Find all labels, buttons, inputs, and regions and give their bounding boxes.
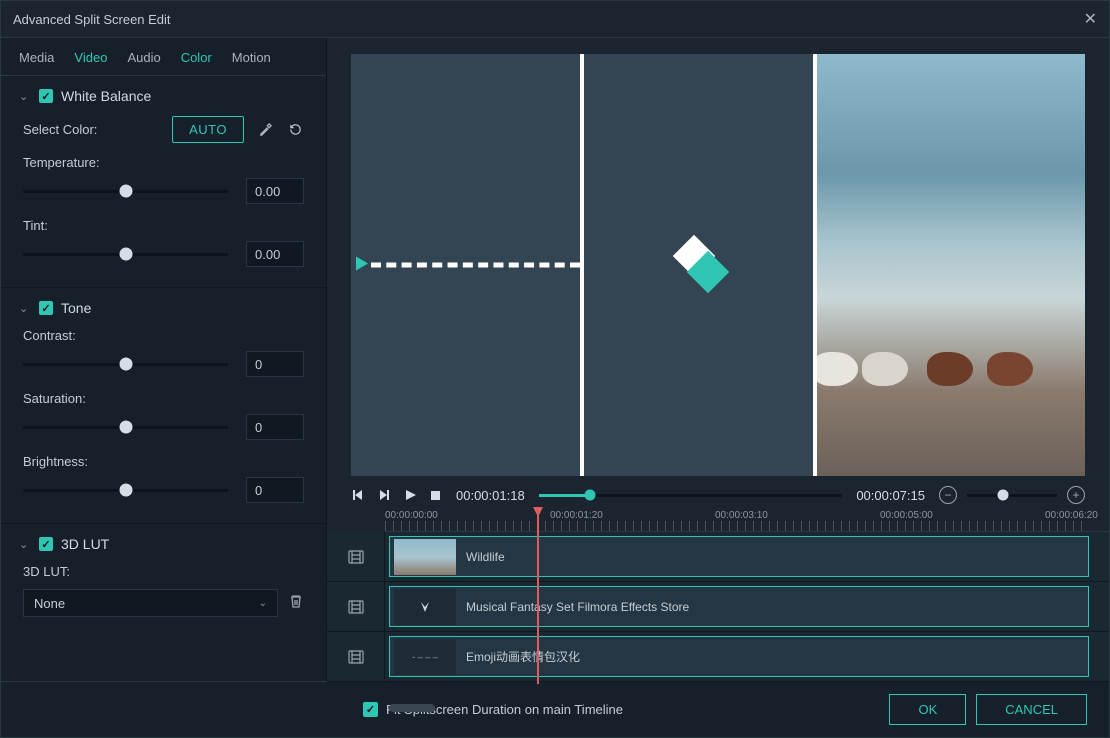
temperature-slider[interactable] (23, 190, 228, 193)
ruler-label: 00:00:06:20 (1045, 510, 1098, 521)
tint-slider[interactable] (23, 253, 228, 256)
clip-thumbnail: - – – – (394, 639, 456, 675)
lut-label: 3D LUT: (23, 564, 70, 579)
horizontal-scrollbar[interactable] (389, 704, 435, 712)
total-time: 00:00:07:15 (856, 488, 925, 503)
logo-icon (669, 235, 729, 295)
track-header-icon[interactable] (327, 632, 385, 681)
timeline: 00:00:00:00 00:00:01:20 00:00:03:10 00:0… (327, 510, 1109, 698)
saturation-input[interactable] (246, 414, 304, 440)
clip-name: Emoji动画表情包汉化 (466, 648, 580, 665)
current-time: 00:00:01:18 (456, 488, 525, 503)
prev-frame-button[interactable] (351, 488, 365, 502)
lut-title: 3D LUT (61, 536, 109, 552)
preview-pane-1[interactable] (351, 54, 584, 476)
preview-area (351, 54, 1085, 476)
clip-thumbnail (394, 589, 456, 625)
tone-title: Tone (61, 300, 91, 316)
cancel-button[interactable]: CANCEL (976, 694, 1087, 725)
zoom-slider[interactable] (967, 494, 1057, 497)
preview-pane-2[interactable] (584, 54, 817, 476)
play-overlay-icon (353, 255, 371, 276)
ruler-label: 00:00:01:20 (550, 510, 603, 521)
saturation-label: Saturation: (23, 391, 304, 406)
tab-media[interactable]: Media (19, 50, 54, 65)
tab-motion[interactable]: Motion (232, 50, 271, 65)
tab-video[interactable]: Video (74, 50, 107, 65)
chevron-down-icon: ⌄ (259, 598, 267, 609)
sidebar: Media Video Audio Color Motion ⌄ ✓ White… (1, 38, 327, 681)
play-button[interactable] (403, 488, 417, 502)
preview-pane-3[interactable] (817, 54, 1085, 476)
lut-select[interactable]: None ⌄ (23, 589, 278, 617)
tab-color[interactable]: Color (181, 50, 212, 65)
track-header-icon[interactable] (327, 532, 385, 581)
tab-audio[interactable]: Audio (127, 50, 160, 65)
brightness-label: Brightness: (23, 454, 304, 469)
saturation-slider[interactable] (23, 426, 228, 429)
contrast-input[interactable] (246, 351, 304, 377)
section-3d-lut: ⌄ ✓ 3D LUT 3D LUT: None ⌄ (1, 523, 326, 633)
white-balance-checkbox[interactable]: ✓ (39, 89, 53, 103)
auto-button[interactable]: AUTO (172, 116, 244, 143)
timeline-clip[interactable]: Wildlife (389, 536, 1089, 577)
stop-button[interactable] (429, 489, 442, 502)
clip-thumbnail (394, 539, 456, 575)
track-row: Musical Fantasy Set Filmora Effects Stor… (327, 582, 1109, 632)
playback-controls: 00:00:01:18 00:00:07:15 − + (327, 476, 1109, 510)
section-tone: ⌄ ✓ Tone Contrast: Saturation: (1, 287, 326, 523)
clip-name: Wildlife (466, 550, 505, 564)
fit-duration-checkbox[interactable]: ✓ (363, 702, 378, 717)
sidebar-tabs: Media Video Audio Color Motion (1, 38, 326, 76)
track-row: Wildlife (327, 532, 1109, 582)
progress-bar[interactable] (539, 494, 843, 497)
timeline-clip[interactable]: - – – – Emoji动画表情包汉化 (389, 636, 1089, 677)
ok-button[interactable]: OK (889, 694, 966, 725)
brightness-input[interactable] (246, 477, 304, 503)
ruler-label: 00:00:00:00 (385, 510, 438, 521)
playhead[interactable] (537, 510, 539, 684)
close-icon[interactable]: ✕ (1084, 9, 1097, 29)
trash-icon[interactable] (288, 593, 304, 613)
track-row: - – – – Emoji动画表情包汉化 (327, 632, 1109, 682)
timeline-clip[interactable]: Musical Fantasy Set Filmora Effects Stor… (389, 586, 1089, 627)
zoom-in-button[interactable]: + (1067, 486, 1085, 504)
lut-selected-value: None (34, 596, 65, 611)
clip-name: Musical Fantasy Set Filmora Effects Stor… (466, 600, 689, 614)
temperature-label: Temperature: (23, 155, 304, 170)
eyedropper-icon[interactable] (256, 121, 274, 139)
contrast-label: Contrast: (23, 328, 304, 343)
track-header-icon[interactable] (327, 582, 385, 631)
ruler-label: 00:00:05:00 (880, 510, 933, 521)
chevron-down-icon[interactable]: ⌄ (19, 302, 31, 315)
temperature-input[interactable] (246, 178, 304, 204)
tone-checkbox[interactable]: ✓ (39, 301, 53, 315)
titlebar: Advanced Split Screen Edit ✕ (1, 1, 1109, 38)
next-frame-button[interactable] (377, 488, 391, 502)
chevron-down-icon[interactable]: ⌄ (19, 538, 31, 551)
contrast-slider[interactable] (23, 363, 228, 366)
tint-input[interactable] (246, 241, 304, 267)
white-balance-title: White Balance (61, 88, 151, 104)
ruler-label: 00:00:03:10 (715, 510, 768, 521)
window-title: Advanced Split Screen Edit (13, 12, 171, 27)
section-white-balance: ⌄ ✓ White Balance Select Color: AUTO (1, 76, 326, 287)
chevron-down-icon[interactable]: ⌄ (19, 90, 31, 103)
lut-checkbox[interactable]: ✓ (39, 537, 53, 551)
timeline-ruler[interactable]: 00:00:00:00 00:00:01:20 00:00:03:10 00:0… (385, 510, 1109, 532)
brightness-slider[interactable] (23, 489, 228, 492)
reset-icon[interactable] (286, 121, 304, 139)
tint-label: Tint: (23, 218, 304, 233)
select-color-label: Select Color: (23, 122, 97, 137)
zoom-out-button[interactable]: − (939, 486, 957, 504)
